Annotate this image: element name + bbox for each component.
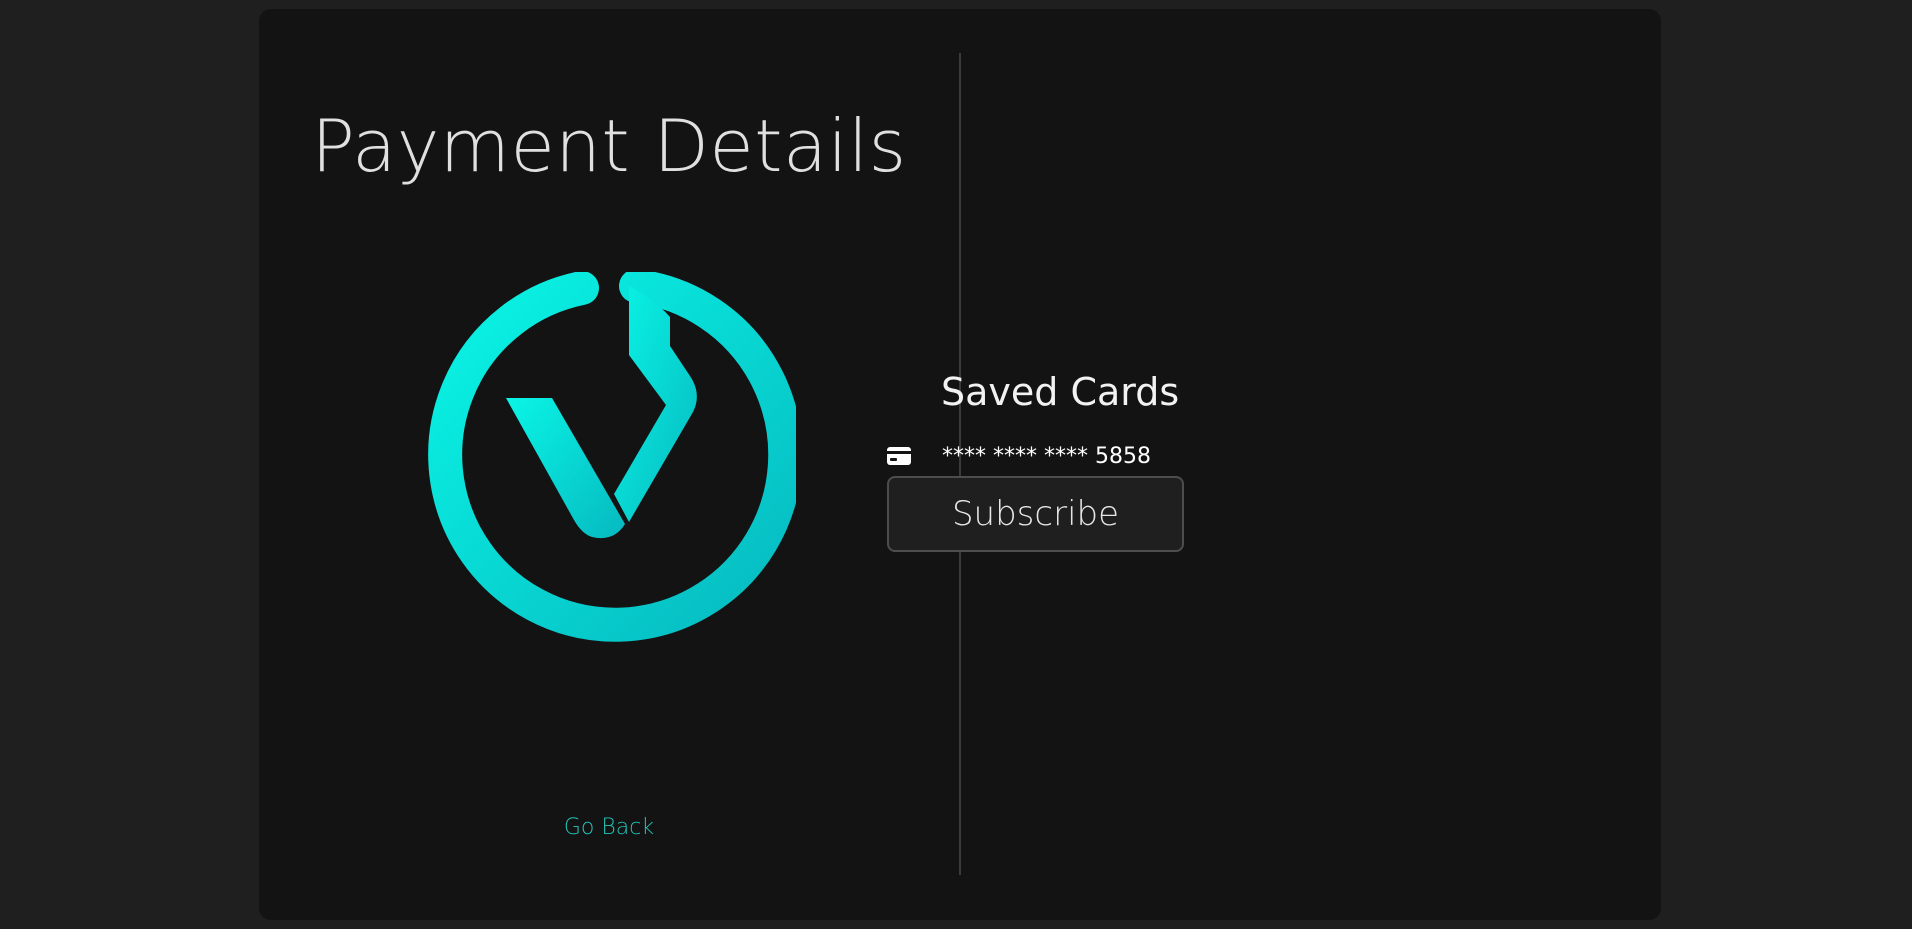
- subscribe-button[interactable]: Subscribe: [887, 476, 1184, 552]
- saved-cards-title: Saved Cards: [941, 370, 1180, 414]
- go-back-link[interactable]: Go Back: [259, 815, 959, 840]
- card-masked-number: **** **** **** 5858: [942, 443, 1151, 469]
- credit-card-icon: [887, 447, 911, 465]
- left-panel: Payment Details Go Back: [259, 9, 959, 920]
- page-title: Payment Details: [311, 104, 907, 188]
- saved-card-item[interactable]: **** **** **** 5858: [887, 441, 1151, 471]
- brand-logo-icon: [428, 272, 796, 642]
